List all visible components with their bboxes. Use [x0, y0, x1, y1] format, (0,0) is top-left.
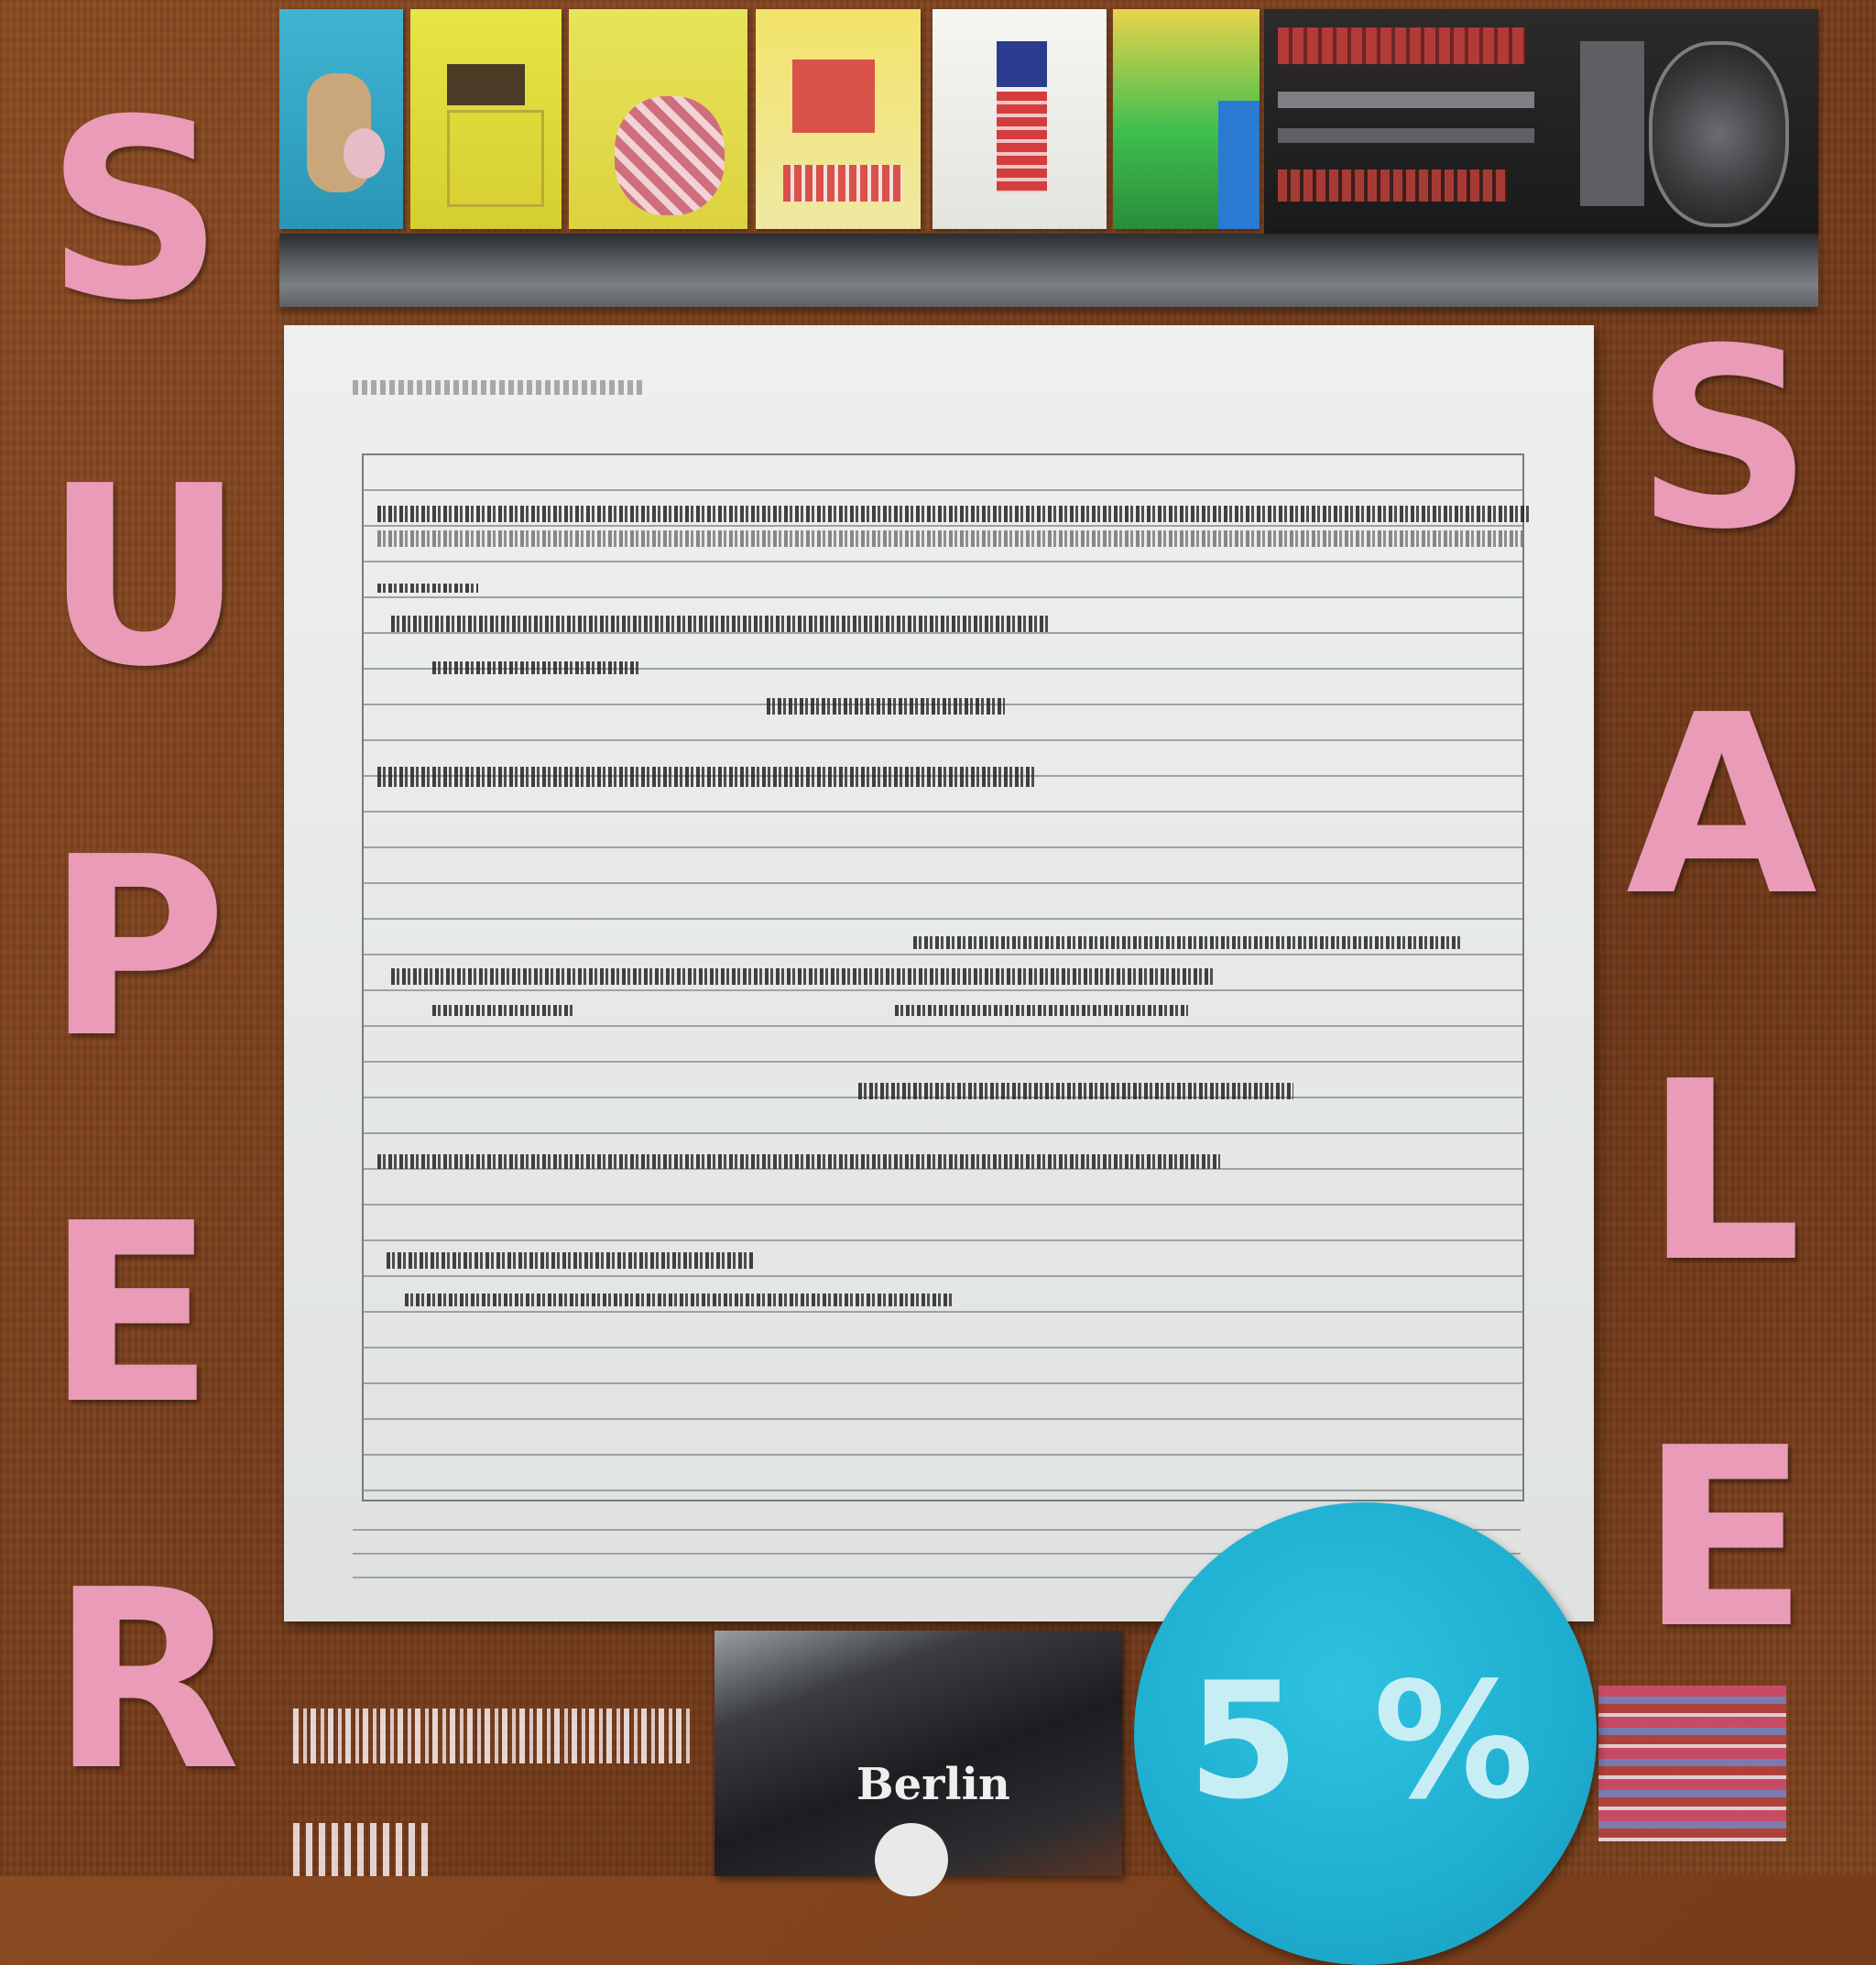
letter-s-right: S	[1635, 295, 1814, 584]
shelf-board	[279, 234, 1818, 307]
shelf-item-cream-box	[756, 9, 921, 229]
book-emblem	[875, 1823, 948, 1896]
discount-badge: 5 %	[1134, 1502, 1597, 1965]
form-text-line	[895, 1005, 1188, 1016]
letter-p: P	[46, 803, 227, 1092]
letter-u: U	[44, 432, 245, 721]
form-text-line	[377, 767, 1037, 787]
form-text-line	[377, 530, 1522, 547]
form-table	[362, 453, 1532, 1501]
letter-a: A	[1626, 661, 1817, 950]
form-text-line	[377, 1154, 1220, 1169]
book-title: Berlin	[856, 1759, 1010, 1810]
form-text-line	[432, 1005, 574, 1016]
form-text-line	[391, 968, 1216, 985]
paper-header	[353, 380, 646, 395]
form-text-line	[377, 506, 1532, 522]
form-text-line	[387, 1252, 753, 1269]
book-icon: Berlin	[714, 1631, 1122, 1896]
shelf-item-yellow-box-1	[410, 9, 562, 229]
letter-e-left: E	[46, 1170, 215, 1458]
paper-form	[284, 325, 1594, 1621]
shelf-item-dark-crate	[1264, 9, 1818, 234]
form-text-line	[913, 936, 1463, 949]
discount-text: 5 %	[1187, 1649, 1543, 1835]
form-text-line	[858, 1083, 1293, 1099]
top-shelf	[279, 0, 1855, 307]
form-text-line	[432, 661, 638, 674]
letter-e-right: E	[1640, 1394, 1809, 1683]
form-text-line	[377, 584, 478, 593]
letter-r: R	[50, 1536, 241, 1825]
form-text-line	[405, 1294, 954, 1306]
shelf-item-blue-box	[279, 9, 403, 229]
shelf-item-green-poster	[1113, 9, 1260, 229]
price-sticker	[293, 1823, 431, 1876]
form-text-line	[391, 616, 1051, 632]
price-sticker	[293, 1708, 692, 1763]
shelf-item-yellow-box-2	[569, 9, 747, 229]
letter-l: L	[1644, 1028, 1803, 1316]
shelf-item-white-box	[933, 9, 1107, 229]
letter-s-left: S	[46, 66, 224, 355]
stacked-boxes	[1598, 1686, 1786, 1841]
form-text-line	[767, 698, 1005, 715]
